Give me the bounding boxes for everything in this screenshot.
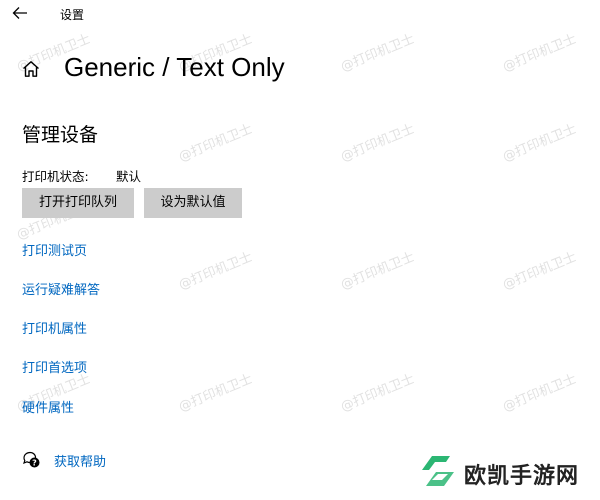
printer-status-label: 打印机状态: [22,169,89,184]
printer-status: 打印机状态: 默认 [22,166,141,185]
watermark: @打印机卫士 [500,371,579,415]
set-default-button[interactable]: 设为默认值 [144,188,242,218]
section-title: 管理设备 [22,124,99,146]
printer-properties-link[interactable]: 打印机属性 [22,318,87,337]
back-button[interactable] [6,2,36,28]
watermark: @打印机卫士 [500,121,579,165]
brand-name: 欧凯手游网 [464,464,580,489]
watermark: @打印机卫士 [338,31,417,75]
watermark: @打印机卫士 [500,249,579,293]
watermark: @打印机卫士 [176,249,255,293]
watermark: @打印机卫士 [500,31,579,75]
watermark: @打印机卫士 [338,121,417,165]
watermark: @打印机卫士 [338,249,417,293]
title-bar: 设置 [0,0,600,30]
brand-logo-icon [422,456,454,486]
back-arrow-icon [12,7,27,19]
print-test-page-link[interactable]: 打印测试页 [22,240,87,259]
page-title: Generic / Text Only [64,52,285,82]
svg-text:?: ? [32,458,37,467]
hardware-properties-link[interactable]: 硬件属性 [22,397,74,416]
printer-status-value: 默认 [116,169,142,184]
open-print-queue-button[interactable]: 打开打印队列 [22,188,134,218]
watermark: @打印机卫士 [338,371,417,415]
watermark: @打印机卫士 [176,121,255,165]
window-title: 设置 [60,8,85,22]
run-troubleshooter-link[interactable]: 运行疑难解答 [22,279,100,298]
home-icon [23,61,39,77]
brand-logo: 欧凯手游网 [418,452,598,492]
printing-preferences-link[interactable]: 打印首选项 [22,357,87,376]
help-chat-icon: ? [22,451,42,473]
home-button[interactable] [22,60,40,82]
watermark: @打印机卫士 [176,371,255,415]
get-help-link[interactable]: 获取帮助 [54,451,106,470]
